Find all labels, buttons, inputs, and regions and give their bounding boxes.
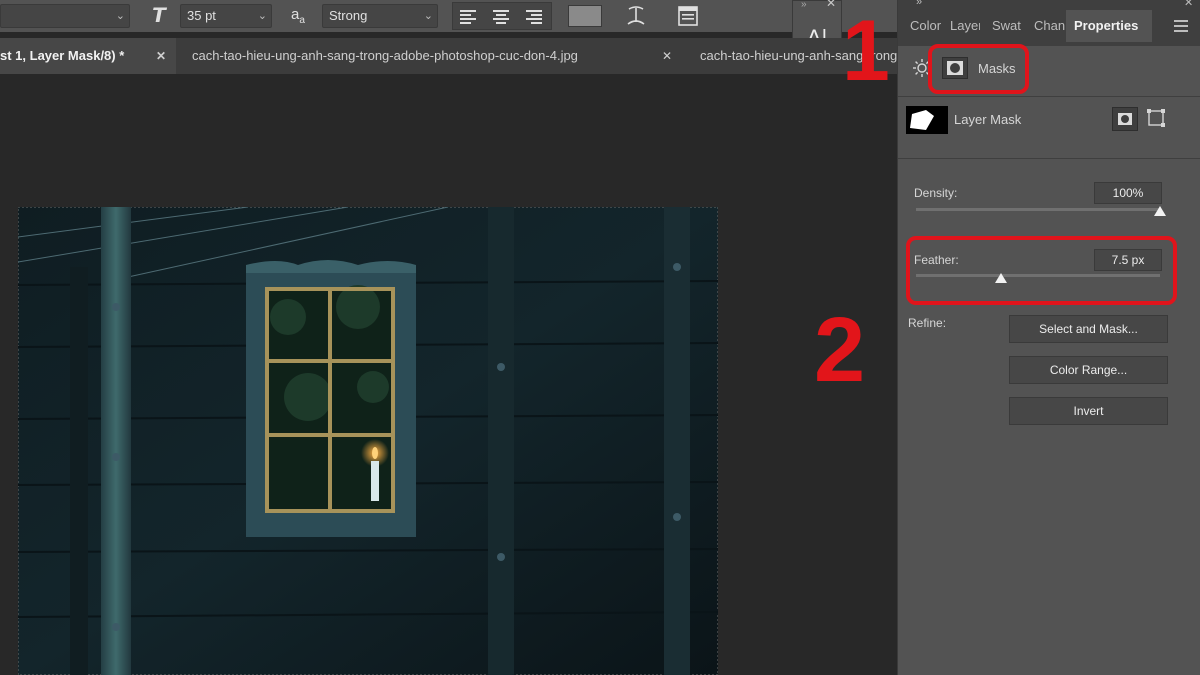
- warp-text-icon[interactable]: [624, 4, 648, 28]
- density-label: Density:: [914, 186, 958, 200]
- font-style-dropdown[interactable]: ⌄: [0, 4, 130, 28]
- document-canvas-image[interactable]: [18, 207, 718, 675]
- color-range-button[interactable]: Color Range...: [1009, 356, 1168, 384]
- tab-layer-mask[interactable]: st 1, Layer Mask/8) * ✕: [0, 38, 176, 74]
- tab-swatches[interactable]: Swat: [984, 10, 1024, 42]
- font-size-icon: 𝙏: [152, 5, 166, 27]
- annotation-number-1: 1: [842, 3, 890, 99]
- antialias-icon: aa: [286, 4, 310, 28]
- tab-label: st 1, Layer Mask/8) *: [0, 48, 125, 63]
- mask-circle-icon: [1118, 113, 1132, 125]
- layer-mask-label: Layer Mask: [954, 112, 1022, 127]
- collapse-arrows-icon[interactable]: »: [801, 0, 808, 10]
- tab-label: Layer: [950, 18, 980, 33]
- tab-channels[interactable]: Chan: [1026, 10, 1066, 42]
- divider: [898, 158, 1200, 159]
- tab-properties[interactable]: Properties: [1066, 10, 1152, 42]
- chevron-down-icon: ⌄: [115, 10, 125, 22]
- close-icon[interactable]: ✕: [156, 38, 166, 74]
- document-tab-bar: st 1, Layer Mask/8) * ✕ cach-tao-hieu-un…: [0, 38, 897, 74]
- divider: [898, 96, 1200, 97]
- font-size-value: 35 pt: [187, 8, 216, 23]
- options-bar: ⌄ 𝙏 35 pt ⌄ aa Strong ⌄: [0, 0, 897, 32]
- chevron-down-icon: ⌄: [423, 10, 433, 22]
- antialias-dropdown[interactable]: Strong ⌄: [322, 4, 438, 28]
- panel-tab-strip: » ✕ Color Layer Swat Chan Properties: [898, 0, 1200, 46]
- tab-label: cach-tao-hieu-ung-anh-sang-trong-adobe-p…: [192, 48, 578, 63]
- character-panel-icon[interactable]: [676, 4, 700, 28]
- font-size-dropdown[interactable]: 35 pt ⌄: [180, 4, 272, 28]
- antialias-icon-sub: a: [299, 15, 305, 26]
- close-float-icon[interactable]: ✕: [826, 0, 836, 10]
- vector-mask-icon[interactable]: [1146, 108, 1168, 130]
- chevron-down-icon: ⌄: [257, 10, 267, 22]
- panel-menu-icon[interactable]: [1174, 20, 1188, 32]
- tab-color[interactable]: Color: [902, 10, 942, 42]
- close-icon[interactable]: ✕: [662, 38, 672, 74]
- text-align-group: [452, 2, 552, 30]
- invert-button[interactable]: Invert: [1009, 397, 1168, 425]
- density-slider-track[interactable]: [916, 208, 1160, 211]
- highlight-masks: [928, 44, 1029, 94]
- select-and-mask-button[interactable]: Select and Mask...: [1009, 315, 1168, 343]
- density-slider-thumb[interactable]: [1154, 206, 1166, 216]
- density-field[interactable]: 100%: [1094, 182, 1162, 204]
- close-panel-icon[interactable]: ✕: [1184, 0, 1193, 9]
- select-mask-button[interactable]: [1112, 107, 1138, 131]
- highlight-feather: [906, 236, 1177, 305]
- refine-label: Refine:: [908, 316, 947, 330]
- properties-panel: » ✕ Color Layer Swat Chan Properties Mas…: [897, 0, 1200, 675]
- tab-label: Color: [910, 18, 942, 33]
- tab-label: Properties: [1074, 18, 1139, 33]
- tab-image-4[interactable]: cach-tao-hieu-ung-anh-sang-trong-adobe-p…: [184, 38, 682, 74]
- annotation-number-2: 2: [814, 299, 866, 401]
- tab-layers[interactable]: Layer: [942, 10, 980, 42]
- align-left-icon[interactable]: [460, 9, 478, 25]
- layer-mask-thumbnail: [906, 106, 948, 134]
- antialias-value: Strong: [329, 8, 368, 23]
- collapse-arrows-icon[interactable]: »: [916, 0, 922, 8]
- text-color-swatch[interactable]: [568, 5, 602, 27]
- align-center-icon[interactable]: [493, 9, 511, 25]
- tab-label: Swat: [992, 18, 1021, 33]
- align-right-icon[interactable]: [526, 9, 544, 25]
- tab-label: Chan: [1034, 18, 1066, 33]
